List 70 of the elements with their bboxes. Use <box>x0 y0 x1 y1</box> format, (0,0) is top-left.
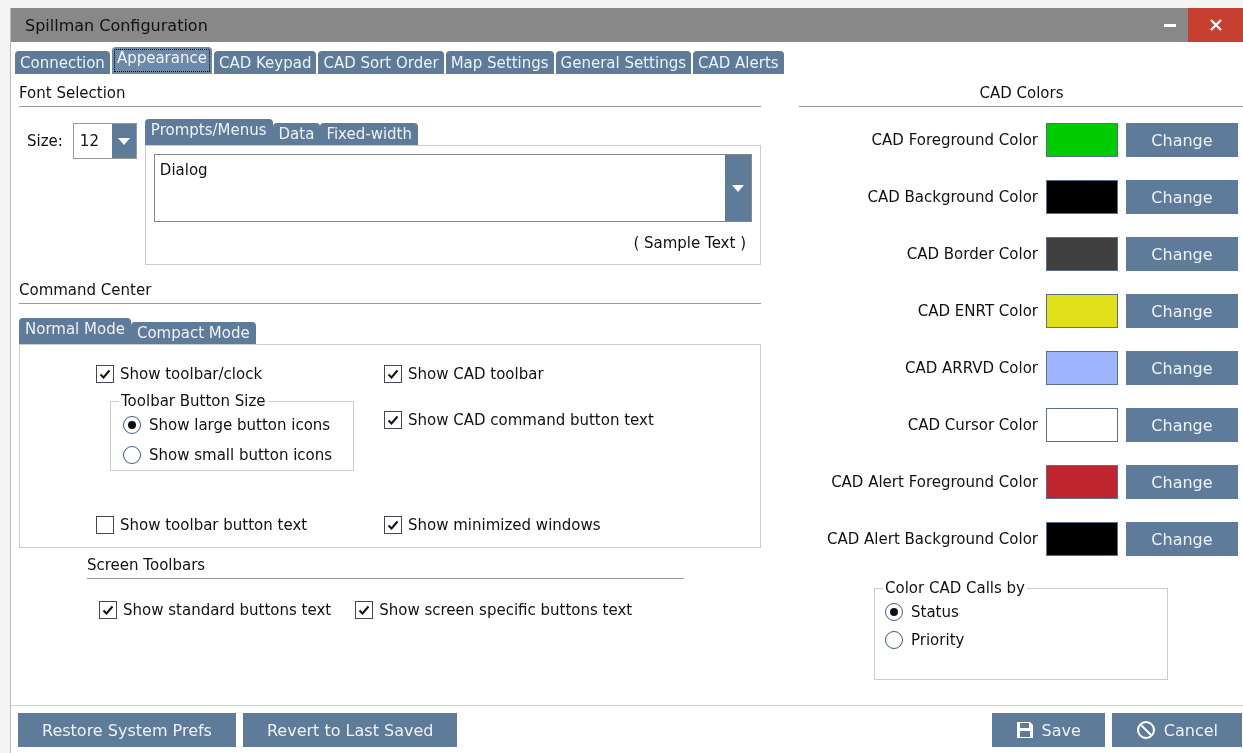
section-heading: Command Center <box>19 281 153 301</box>
section-heading: Font Selection <box>19 84 127 104</box>
change-button[interactable]: Change <box>1126 180 1238 214</box>
section-heading: Screen Toolbars <box>87 556 207 576</box>
sample-text: ( Sample Text ) <box>633 234 746 252</box>
tab[interactable]: CAD Keypad <box>213 51 317 74</box>
checkbox-label: Show standard buttons text <box>123 601 332 619</box>
checkbox-label: Show CAD command button text <box>408 411 654 429</box>
cancel-icon <box>1135 720 1156 740</box>
checkbox[interactable] <box>384 411 402 429</box>
radio-button[interactable] <box>885 631 903 649</box>
color-label: CAD Background Color <box>867 188 1038 206</box>
change-button[interactable]: Change <box>1126 123 1238 157</box>
change-button[interactable]: Change <box>1126 408 1238 442</box>
radio-button[interactable] <box>123 446 141 464</box>
dropdown-arrow-icon <box>117 137 130 145</box>
font-dropdown[interactable]: Dialog <box>153 154 752 222</box>
change-button[interactable]: Change <box>1126 465 1238 499</box>
color-label: CAD Cursor Color <box>907 416 1038 434</box>
cancel-button[interactable]: Cancel <box>1111 713 1242 747</box>
size-dropdown[interactable]: 12 <box>72 123 137 159</box>
tab[interactable]: Normal Mode <box>19 318 131 344</box>
tab[interactable]: Prompts/Menus <box>144 119 273 145</box>
change-button[interactable]: Change <box>1126 237 1238 271</box>
dropdown-arrow-icon <box>732 184 744 192</box>
radio-label: Show large button icons <box>149 416 331 434</box>
tab[interactable]: CAD Alerts <box>693 51 784 74</box>
checkbox-label: Show toolbar/clock <box>120 365 263 383</box>
checkbox[interactable] <box>96 365 114 383</box>
checkbox[interactable] <box>99 601 117 619</box>
tab[interactable]: Compact Mode <box>130 322 256 344</box>
checkbox-label: Show CAD toolbar <box>408 365 544 383</box>
checkbox-label: Show minimized windows <box>408 516 601 534</box>
tab[interactable]: Fixed-width <box>320 123 418 145</box>
color-label: CAD ENRT Color <box>917 302 1038 320</box>
size-label: Size: <box>27 132 63 150</box>
tab[interactable]: Appearance <box>111 47 212 74</box>
color-label: CAD Border Color <box>906 245 1038 263</box>
section-heading: CAD Colors <box>978 84 1065 104</box>
footer-button[interactable]: Revert to Last Saved <box>242 713 458 747</box>
minimize-icon <box>1164 23 1176 27</box>
radio-label: Status <box>911 603 959 621</box>
tab[interactable]: CAD Sort Order <box>318 51 444 74</box>
color-label: CAD Alert Background Color <box>827 530 1038 548</box>
color-label: CAD Foreground Color <box>871 131 1038 149</box>
checkbox[interactable] <box>384 365 402 383</box>
checkbox[interactable] <box>96 516 114 534</box>
change-button[interactable]: Change <box>1126 522 1238 556</box>
radio-button[interactable] <box>123 416 141 434</box>
tab[interactable]: Map Settings <box>445 51 554 74</box>
change-button[interactable]: Change <box>1126 351 1238 385</box>
radio-label: Show small button icons <box>149 446 333 464</box>
change-button[interactable]: Change <box>1126 294 1238 328</box>
radio-label: Priority <box>911 631 965 649</box>
radio-button[interactable] <box>885 603 903 621</box>
tab[interactable]: Data <box>272 123 321 145</box>
checkbox-label: Show toolbar button text <box>120 516 308 534</box>
footer-button[interactable]: Restore System Prefs <box>18 713 236 747</box>
checkbox[interactable] <box>355 601 374 619</box>
save-button[interactable]: Save <box>991 713 1105 747</box>
checkbox[interactable] <box>384 516 402 534</box>
checkbox-label: Show screen specific buttons text <box>379 601 633 619</box>
close-icon <box>1210 19 1222 31</box>
color-label: CAD Alert Foreground Color <box>831 473 1038 491</box>
tab[interactable]: Connection <box>15 51 110 74</box>
tab[interactable]: General Settings <box>555 51 691 74</box>
close-button[interactable] <box>1188 8 1243 42</box>
window-title: Spillman Configuration <box>25 15 209 35</box>
color-label: CAD ARRVD Color <box>904 359 1038 377</box>
group-title: Color CAD Calls by <box>883 579 1027 597</box>
